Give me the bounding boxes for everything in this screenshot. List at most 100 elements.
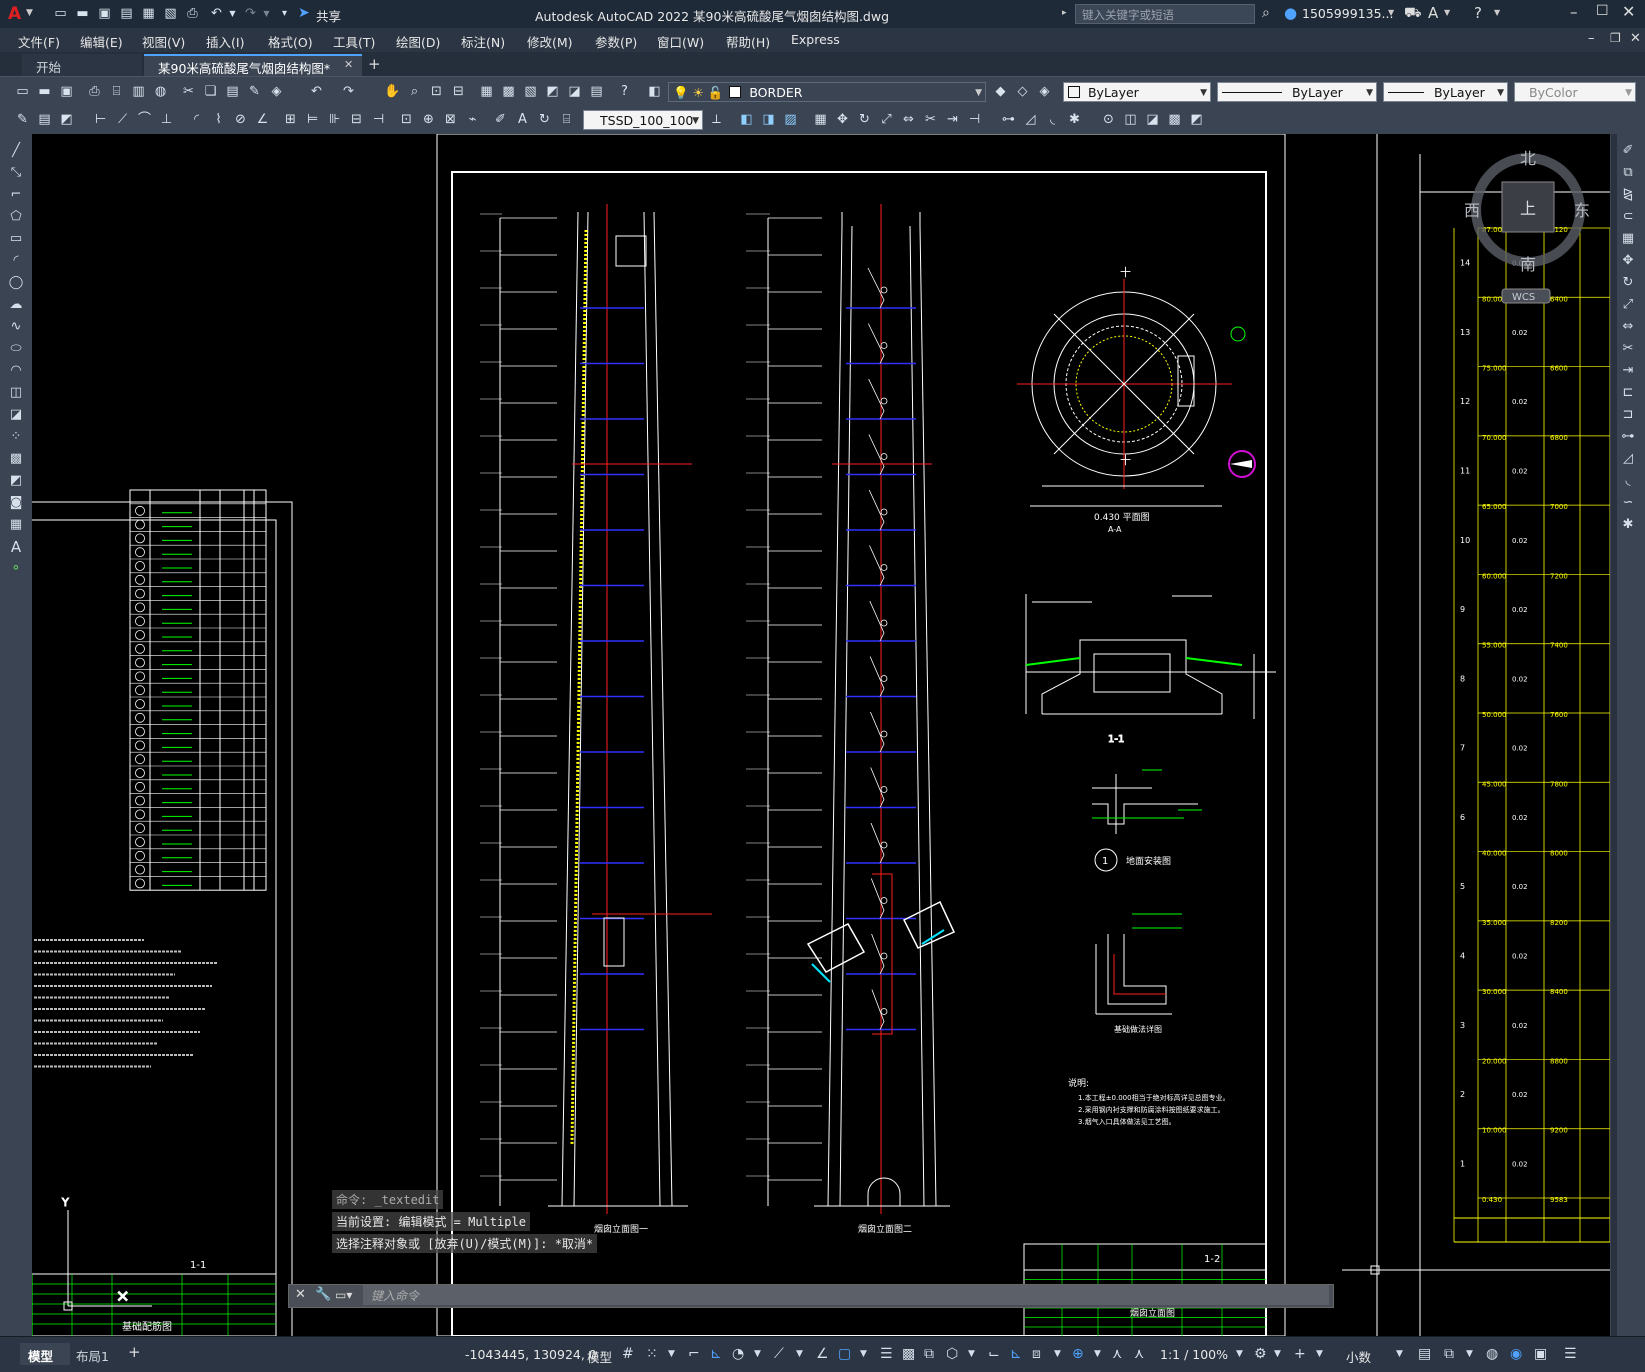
isodraft-icon[interactable]: ⟋	[774, 1345, 784, 1363]
diameter-dim-icon[interactable]: ⊘	[232, 111, 249, 128]
annotation-scale-dropdown-icon[interactable]: ▼	[1236, 1345, 1243, 1363]
customize-qat-icon[interactable]: ▾	[276, 5, 293, 22]
break-icon[interactable]: ⊣	[966, 111, 983, 128]
blend-icon[interactable]: ∽	[1618, 494, 1638, 512]
tab-start[interactable]: 开始	[22, 54, 142, 76]
gizmo-icon[interactable]: ⧈	[1032, 1345, 1041, 1363]
dynamic-ucs-icon[interactable]: ⌙	[988, 1345, 1000, 1363]
viewcube-south[interactable]: 南	[1520, 255, 1536, 274]
dim-text-edit-icon[interactable]: A	[514, 111, 531, 128]
layer-properties-icon[interactable]: ◧	[646, 83, 663, 100]
lineweight-icon[interactable]: ☰	[880, 1345, 893, 1363]
break-at-point-icon[interactable]: ⊏	[1618, 384, 1638, 402]
make-current-icon[interactable]: ◆	[992, 83, 1009, 100]
auto-scale-icon[interactable]: ⋏	[1112, 1345, 1122, 1363]
rotate-right-icon[interactable]: ↻	[1618, 274, 1638, 292]
share-icon[interactable]: ➤	[298, 5, 310, 21]
infer-constraints-icon[interactable]: ⌐	[688, 1345, 700, 1363]
command-customize-icon[interactable]: 🔧	[315, 1287, 331, 1302]
command-prompt-icon[interactable]: ▭▾	[335, 1288, 352, 1302]
help-tb-icon[interactable]: ?	[616, 83, 633, 100]
viewcube[interactable]: 北 南 东 西 上 WCS	[1464, 149, 1590, 304]
angular-dim-icon[interactable]: ∠	[254, 111, 271, 128]
point-icon[interactable]: ⊙	[1100, 111, 1117, 128]
redo-icon[interactable]: ↷	[242, 5, 259, 22]
trim-right-icon[interactable]: ✂	[1618, 340, 1638, 358]
menu-parametric[interactable]: 参数(P)	[595, 32, 637, 51]
scrollbar-vertical[interactable]	[1611, 134, 1617, 1336]
chamfer-right-icon[interactable]: ◿	[1618, 450, 1638, 468]
table-icon[interactable]: ▦	[6, 516, 26, 534]
revision-cloud-icon[interactable]: ☁	[6, 296, 26, 314]
center-mark-icon[interactable]: ⊕	[420, 111, 437, 128]
join-right-icon[interactable]: ⊶	[1618, 428, 1638, 446]
workspace-dropdown-icon[interactable]: ▼	[1274, 1345, 1281, 1363]
pan-icon[interactable]: ✋	[384, 83, 401, 100]
annotation-scale[interactable]: 1:1 / 100%	[1160, 1347, 1228, 1362]
linetype-dropdown[interactable]: ByLayer ▼	[1217, 82, 1377, 102]
plot-preview-icon[interactable]: ⌸	[108, 83, 125, 100]
help-dropdown-icon[interactable]: ▼	[1494, 8, 1500, 17]
dim-update-icon[interactable]: ↻	[536, 111, 553, 128]
join-icon[interactable]: ⊶	[1000, 111, 1017, 128]
save-as-icon[interactable]: ▤	[118, 5, 135, 22]
units-display[interactable]: 小数	[1346, 1347, 1371, 1366]
command-close-icon[interactable]: ✕	[295, 1287, 306, 1302]
zoom-previous-icon[interactable]: ⊟	[450, 83, 467, 100]
snap-dropdown-icon[interactable]: ▼	[668, 1345, 675, 1363]
properties-icon[interactable]: ▦	[478, 83, 495, 100]
new-file-icon[interactable]: ▭	[52, 5, 69, 22]
calculator-icon[interactable]: ▤	[588, 83, 605, 100]
doc-minimize-icon[interactable]: –	[1588, 31, 1595, 46]
break-right-icon[interactable]: ⊐	[1618, 406, 1638, 424]
autocad-logo-icon[interactable]: A	[8, 4, 21, 24]
fillet-right-icon[interactable]: ◟	[1618, 472, 1638, 490]
hatch-icon[interactable]: ▩	[1166, 111, 1183, 128]
undo-icon[interactable]: ↶	[208, 5, 225, 22]
move-right-icon[interactable]: ✥	[1618, 252, 1638, 270]
maximize-icon[interactable]: ☐	[1596, 3, 1609, 19]
line-icon[interactable]: ╱	[6, 142, 26, 160]
explode-right-icon[interactable]: ✱	[1618, 516, 1638, 534]
quick-properties-icon[interactable]: ▤	[1418, 1345, 1431, 1363]
isolate-objects-icon[interactable]: ◍	[1486, 1345, 1498, 1363]
array-icon[interactable]: ▦	[812, 111, 829, 128]
layer-dropdown[interactable]: 💡 ☀ 🔓 BORDER ▼	[668, 82, 986, 102]
polar-icon[interactable]: ◔	[732, 1345, 744, 1363]
zoom-window-icon[interactable]: ⊡	[428, 83, 445, 100]
circle-icon[interactable]: ◯	[6, 274, 26, 292]
web-save-icon[interactable]: ▧	[162, 5, 179, 22]
viewcube-top[interactable]: 上	[1520, 199, 1536, 218]
help-icon[interactable]: ?	[1474, 4, 1482, 22]
stretch-icon[interactable]: ⇔	[900, 111, 917, 128]
tolerance-icon[interactable]: ⊡	[398, 111, 415, 128]
array-right-icon[interactable]: ▦	[1618, 230, 1638, 248]
object-snap-dropdown-icon[interactable]: ▼	[860, 1345, 867, 1363]
redo-tb-icon[interactable]: ↷	[340, 83, 357, 100]
insert-block-icon[interactable]: ◫	[1122, 111, 1139, 128]
user-dropdown-icon[interactable]: ▼	[1388, 8, 1394, 17]
search-expand-icon[interactable]: ▸	[1062, 8, 1067, 18]
tab-close-icon[interactable]: ✕	[344, 58, 353, 71]
quick-dim-icon[interactable]: ⊞	[282, 111, 299, 128]
layer-previous-icon[interactable]: ◇	[1014, 83, 1031, 100]
menu-tools[interactable]: 工具(T)	[333, 32, 375, 51]
print-icon[interactable]: ⎙	[184, 5, 201, 22]
user-name[interactable]: 1505999135...	[1302, 6, 1393, 21]
new-tab-icon[interactable]: +	[368, 55, 381, 73]
block-editor-icon[interactable]: ◈	[268, 83, 285, 100]
copy-right-icon[interactable]: ⧉	[1618, 164, 1638, 182]
autodesk-app-icon[interactable]: A	[1428, 4, 1438, 22]
menu-edit[interactable]: 编辑(E)	[80, 32, 123, 51]
rectangle-icon[interactable]: ▭	[6, 230, 26, 248]
annotation-scale-icon[interactable]: ⋏	[1134, 1345, 1144, 1363]
plotstyle-dropdown[interactable]: ByColor ▼	[1514, 82, 1636, 102]
lock-ui-icon[interactable]: ⧉	[1444, 1345, 1454, 1363]
cart-icon[interactable]: ⛟	[1404, 5, 1422, 23]
ortho-icon[interactable]: ⊾	[710, 1345, 722, 1363]
tab-layout1[interactable]: 布局1	[72, 1343, 122, 1365]
plot-icon[interactable]: ⎙	[86, 83, 103, 100]
lock-ui-dropdown-icon[interactable]: ▼	[1466, 1345, 1473, 1363]
3d-osnap-dropdown-icon[interactable]: ▼	[968, 1345, 975, 1363]
ordinate-dim-icon[interactable]: ⊥	[158, 111, 175, 128]
